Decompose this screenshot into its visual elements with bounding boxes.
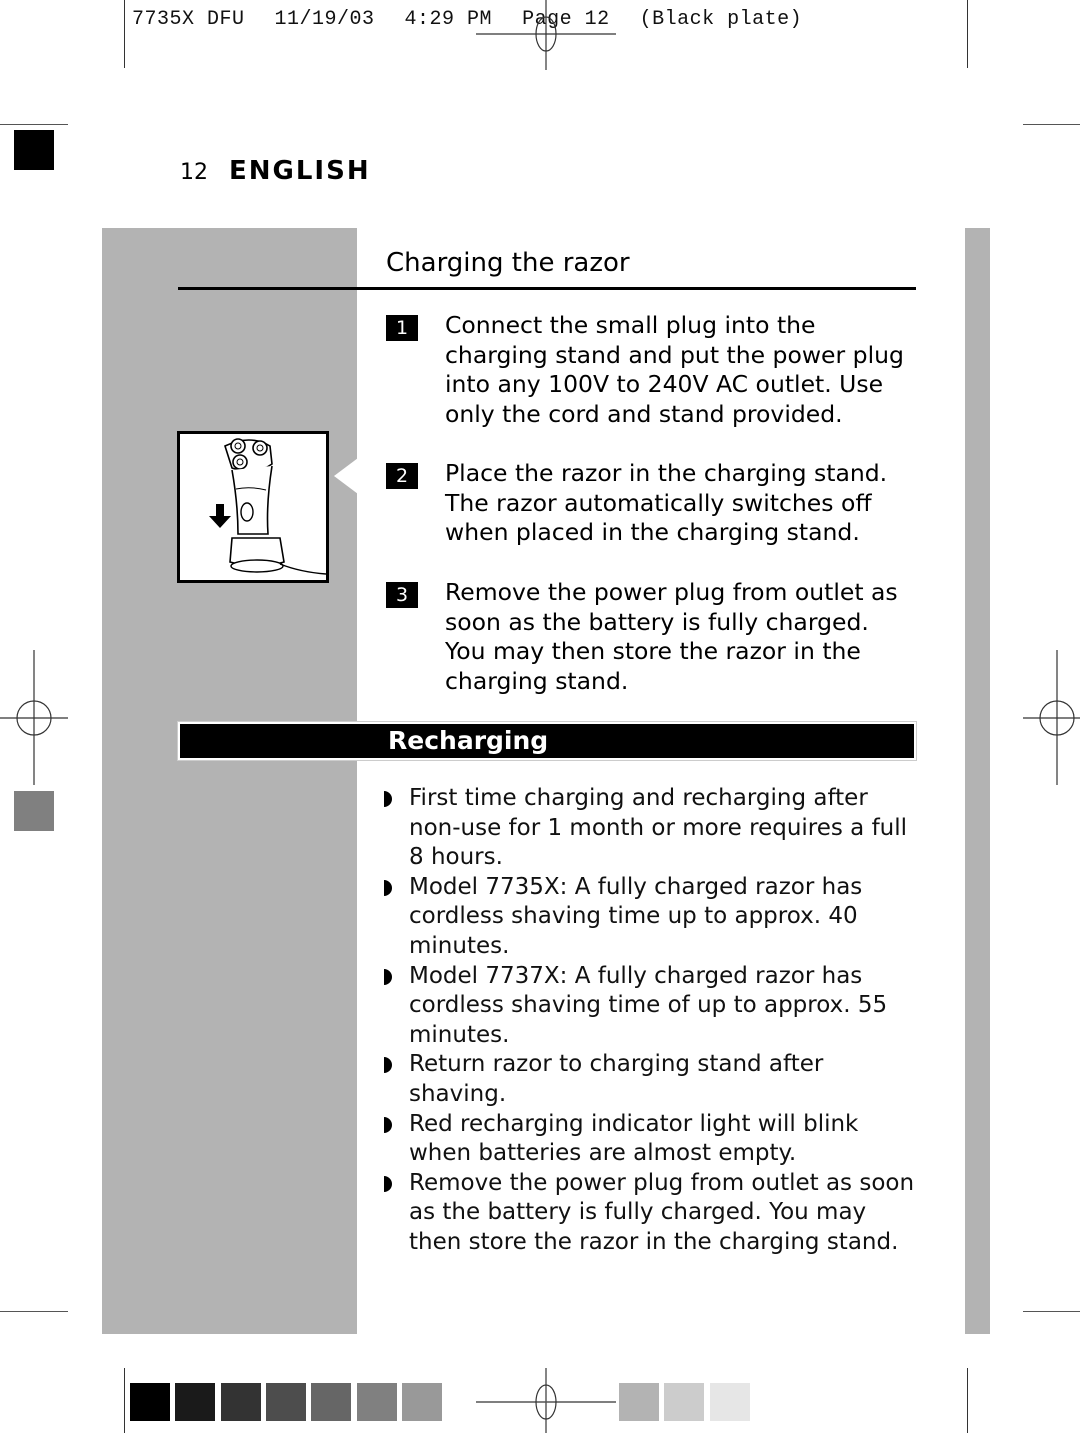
razor-in-charging-stand-icon <box>209 438 327 575</box>
section-bar-recharging: Recharging <box>177 721 917 761</box>
slug-date: 11/19/03 <box>274 8 375 31</box>
bullet-text: Model 7735X: A fully charged razor has c… <box>409 873 863 959</box>
color-swatch <box>175 1383 216 1421</box>
crop-mark <box>0 124 68 125</box>
registration-mark-icon <box>476 0 616 70</box>
crop-mark <box>967 1368 968 1433</box>
section-divider <box>178 287 916 290</box>
right-margin-panel <box>965 228 990 1334</box>
color-swatch <box>619 1383 659 1421</box>
page-number: 12 <box>180 160 208 185</box>
registration-mark-icon <box>1023 650 1080 785</box>
bullet-icon <box>384 1175 392 1192</box>
color-swatch <box>356 1383 397 1421</box>
crop-mark <box>1023 1311 1080 1312</box>
color-swatch <box>664 1383 705 1421</box>
slug-job: 7735X DFU <box>132 8 245 31</box>
step-text: Place the razor in the charging stand. T… <box>445 459 888 547</box>
registration-mark-icon <box>0 650 68 785</box>
bullet-text: Red recharging indicator light will blin… <box>409 1110 859 1167</box>
crop-mark <box>124 0 125 68</box>
color-swatch <box>265 1383 306 1421</box>
step-number-badge: 1 <box>386 315 418 341</box>
bullet-item: Return razor to charging stand after sha… <box>384 1050 924 1109</box>
bullet-item: Red recharging indicator light will blin… <box>384 1110 924 1169</box>
bullet-icon <box>384 791 392 807</box>
bullet-text: Remove the power plug from outlet as soo… <box>409 1169 915 1255</box>
bullet-item: First time charging and recharging after… <box>384 784 924 873</box>
bullet-icon <box>384 968 392 985</box>
crop-mark <box>967 0 968 68</box>
step-text: Remove the power plug from outlet as soo… <box>445 578 898 695</box>
color-swatch <box>709 1383 750 1421</box>
bullet-text: Model 7737X: A fully charged razor has c… <box>409 962 888 1048</box>
step-text: Connect the small plug into the charging… <box>445 311 904 428</box>
slug-plate: (Black plate) <box>639 8 803 31</box>
recharging-bullet-list: First time charging and recharging after… <box>384 784 924 1258</box>
razor-illustration <box>177 431 329 583</box>
gray-thumb-mark <box>14 791 54 831</box>
color-swatch <box>220 1383 261 1421</box>
registration-mark-icon <box>476 1368 616 1433</box>
step-number-badge: 2 <box>386 463 418 489</box>
crop-mark <box>1023 124 1080 125</box>
bullet-icon <box>384 879 392 896</box>
bullet-item: Remove the power plug from outlet as soo… <box>384 1169 924 1258</box>
bullet-text: Return razor to charging stand after sha… <box>409 1051 824 1107</box>
language-heading: ENGLISH <box>229 156 371 186</box>
section-title-recharging: Recharging <box>388 726 549 755</box>
section-title-charging: Charging the razor <box>386 248 630 278</box>
crop-mark <box>124 1368 125 1433</box>
bullet-icon <box>384 1116 392 1133</box>
color-swatch <box>401 1383 442 1421</box>
step-number-badge: 3 <box>386 582 418 608</box>
crop-mark <box>0 1311 68 1312</box>
black-thumb-mark <box>14 130 54 170</box>
bullet-item: Model 7735X: A fully charged razor has c… <box>384 873 924 962</box>
bullet-text: First time charging and recharging after… <box>409 785 908 871</box>
color-swatch <box>130 1383 170 1421</box>
bullet-item: Model 7737X: A fully charged razor has c… <box>384 962 924 1051</box>
bullet-icon <box>384 1057 392 1074</box>
color-swatch <box>311 1383 352 1421</box>
callout-pointer <box>334 458 358 494</box>
left-margin-panel <box>102 228 357 1334</box>
